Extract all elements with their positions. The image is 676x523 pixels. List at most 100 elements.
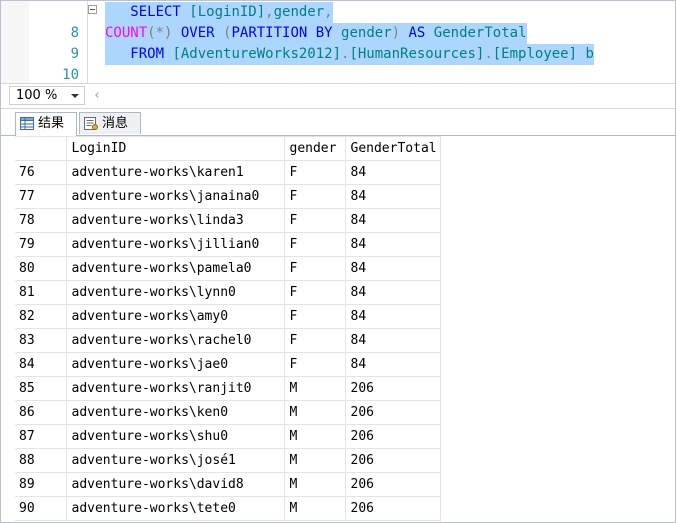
cell-gender[interactable]: F [283, 352, 346, 377]
row-number-header[interactable] [15, 136, 67, 161]
tab-results[interactable]: 结果 [15, 112, 77, 136]
tab-messages[interactable]: 消息 [79, 112, 141, 134]
cell-gender[interactable]: M [283, 496, 346, 521]
cell-loginid[interactable]: adventure-works\david8 [65, 472, 285, 497]
cell-gender[interactable]: M [283, 424, 346, 449]
cell-gendertotal[interactable]: 84 [344, 280, 441, 305]
chevron-down-icon[interactable] [71, 94, 79, 98]
code-text[interactable]: COUNT(*) OVER (PARTITION BY gender) AS G… [105, 23, 527, 44]
table-row[interactable]: 84 adventure-works\jae0 F 84 [15, 352, 441, 377]
cell-loginid[interactable]: adventure-works\rachel0 [65, 328, 285, 353]
table-row[interactable]: 79 adventure-works\jillian0 F 84 [15, 232, 441, 257]
cell-gender[interactable]: F [283, 280, 346, 305]
cell-gender[interactable]: M [283, 376, 346, 401]
cell-gendertotal[interactable]: 84 [344, 232, 441, 257]
cell-gender[interactable]: F [283, 232, 346, 257]
row-number[interactable]: 87 [15, 424, 67, 449]
cell-gendertotal[interactable]: 206 [344, 424, 441, 449]
code-token: [Employee] [492, 46, 586, 62]
cell-gendertotal[interactable]: 206 [344, 496, 441, 521]
cell-gendertotal[interactable]: 84 [344, 304, 441, 329]
cell-gender[interactable]: M [283, 400, 346, 425]
table-row[interactable]: 90 adventure-works\tete0 M 206 [15, 496, 441, 521]
row-number[interactable]: 89 [15, 472, 67, 497]
code-line[interactable]: 9 COUNT(*) OVER (PARTITION BY gender) AS… [1, 23, 675, 62]
column-header-gender[interactable]: gender [283, 136, 346, 161]
row-number[interactable]: 77 [15, 184, 67, 209]
results-grid[interactable]: LoginID gender GenderTotal 76 adventure-w… [15, 136, 675, 522]
cell-loginid[interactable]: adventure-works\janaina0 [65, 184, 285, 209]
cell-gender[interactable]: F [283, 208, 346, 233]
cell-gender[interactable]: F [283, 160, 346, 185]
code-text[interactable]: SELECT [LoginID],gender, [105, 2, 333, 23]
code-token: [AdventureWorks2012] [172, 46, 342, 62]
cell-gendertotal[interactable]: 84 [344, 160, 441, 185]
row-number[interactable]: 90 [15, 496, 67, 521]
code-text[interactable]: FROM [AdventureWorks2012].[HumanResource… [105, 44, 594, 65]
table-row[interactable]: 85 adventure-works\ranjit0 M 206 [15, 376, 441, 401]
table-row[interactable]: 80 adventure-works\pamela0 F 84 [15, 256, 441, 281]
code-token: (*) [147, 25, 181, 41]
cell-gender[interactable]: M [283, 448, 346, 473]
cell-loginid[interactable]: adventure-works\karen1 [65, 160, 285, 185]
cell-gendertotal[interactable]: 84 [344, 208, 441, 233]
cell-loginid[interactable]: adventure-works\ken0 [65, 400, 285, 425]
column-header-loginid[interactable]: LoginID [65, 136, 285, 161]
row-number[interactable]: 79 [15, 232, 67, 257]
cell-gender[interactable]: F [283, 328, 346, 353]
cell-loginid[interactable]: adventure-works\linda3 [65, 208, 285, 233]
cell-gender[interactable]: M [283, 472, 346, 497]
row-number[interactable]: 76 [15, 160, 67, 185]
table-row[interactable]: 76 adventure-works\karen1 F 84 [15, 160, 441, 185]
code-line[interactable]: 8 SELECT [LoginID],gender, [1, 2, 675, 41]
row-number[interactable]: 85 [15, 376, 67, 401]
scroll-left-icon[interactable]: ‹ [89, 87, 105, 104]
row-number[interactable]: 80 [15, 256, 67, 281]
zoom-select[interactable]: 100 % [9, 86, 85, 105]
cell-loginid[interactable]: adventure-works\pamela0 [65, 256, 285, 281]
cell-gendertotal[interactable]: 206 [344, 400, 441, 425]
cell-gendertotal[interactable]: 84 [344, 328, 441, 353]
row-number[interactable]: 88 [15, 448, 67, 473]
cell-gendertotal[interactable]: 84 [344, 352, 441, 377]
row-number[interactable]: 83 [15, 328, 67, 353]
cell-gendertotal[interactable]: 84 [344, 256, 441, 281]
row-number[interactable]: 81 [15, 280, 67, 305]
table-row[interactable]: 87 adventure-works\shu0 M 206 [15, 424, 441, 449]
table-row[interactable]: 86 adventure-works\ken0 M 206 [15, 400, 441, 425]
cell-gendertotal[interactable]: 206 [344, 448, 441, 473]
row-number[interactable]: 84 [15, 352, 67, 377]
code-line[interactable]: 10 FROM [AdventureWorks2012].[HumanResou… [1, 44, 675, 83]
table-row[interactable]: 88 adventure-works\josé1 M 206 [15, 448, 441, 473]
cell-loginid[interactable]: adventure-works\ranjit0 [65, 376, 285, 401]
cell-gender[interactable]: F [283, 304, 346, 329]
cell-loginid[interactable]: adventure-works\jae0 [65, 352, 285, 377]
cell-loginid[interactable]: adventure-works\lynn0 [65, 280, 285, 305]
cell-gendertotal[interactable]: 206 [344, 472, 441, 497]
row-number[interactable]: 86 [15, 400, 67, 425]
code-token: SELECT [105, 4, 190, 20]
cell-gender[interactable]: F [283, 184, 346, 209]
row-number[interactable]: 82 [15, 304, 67, 329]
grid-icon [20, 117, 34, 130]
column-header-gendertotal[interactable]: GenderTotal [344, 136, 441, 161]
line-number: 10 [62, 67, 79, 83]
table-row[interactable]: 77 adventure-works\janaina0 F 84 [15, 184, 441, 209]
cell-gendertotal[interactable]: 206 [344, 376, 441, 401]
table-row[interactable]: 81 adventure-works\lynn0 F 84 [15, 280, 441, 305]
cell-gendertotal[interactable]: 84 [344, 184, 441, 209]
row-number[interactable]: 78 [15, 208, 67, 233]
code-token: COUNT [105, 25, 148, 41]
table-row[interactable]: 83 adventure-works\rachel0 F 84 [15, 328, 441, 353]
cell-gender[interactable]: F [283, 256, 346, 281]
cell-loginid[interactable]: adventure-works\shu0 [65, 424, 285, 449]
cell-loginid[interactable]: adventure-works\jillian0 [65, 232, 285, 257]
query-editor[interactable]: 8 SELECT [LoginID],gender, 9 COUNT(*) OV… [1, 1, 675, 84]
table-row[interactable]: 89 adventure-works\david8 M 206 [15, 472, 441, 497]
cell-loginid[interactable]: adventure-works\tete0 [65, 496, 285, 521]
cell-loginid[interactable]: adventure-works\josé1 [65, 448, 285, 473]
code-token: , [265, 4, 274, 20]
table-row[interactable]: 82 adventure-works\amy0 F 84 [15, 304, 441, 329]
cell-loginid[interactable]: adventure-works\amy0 [65, 304, 285, 329]
table-row[interactable]: 78 adventure-works\linda3 F 84 [15, 208, 441, 233]
